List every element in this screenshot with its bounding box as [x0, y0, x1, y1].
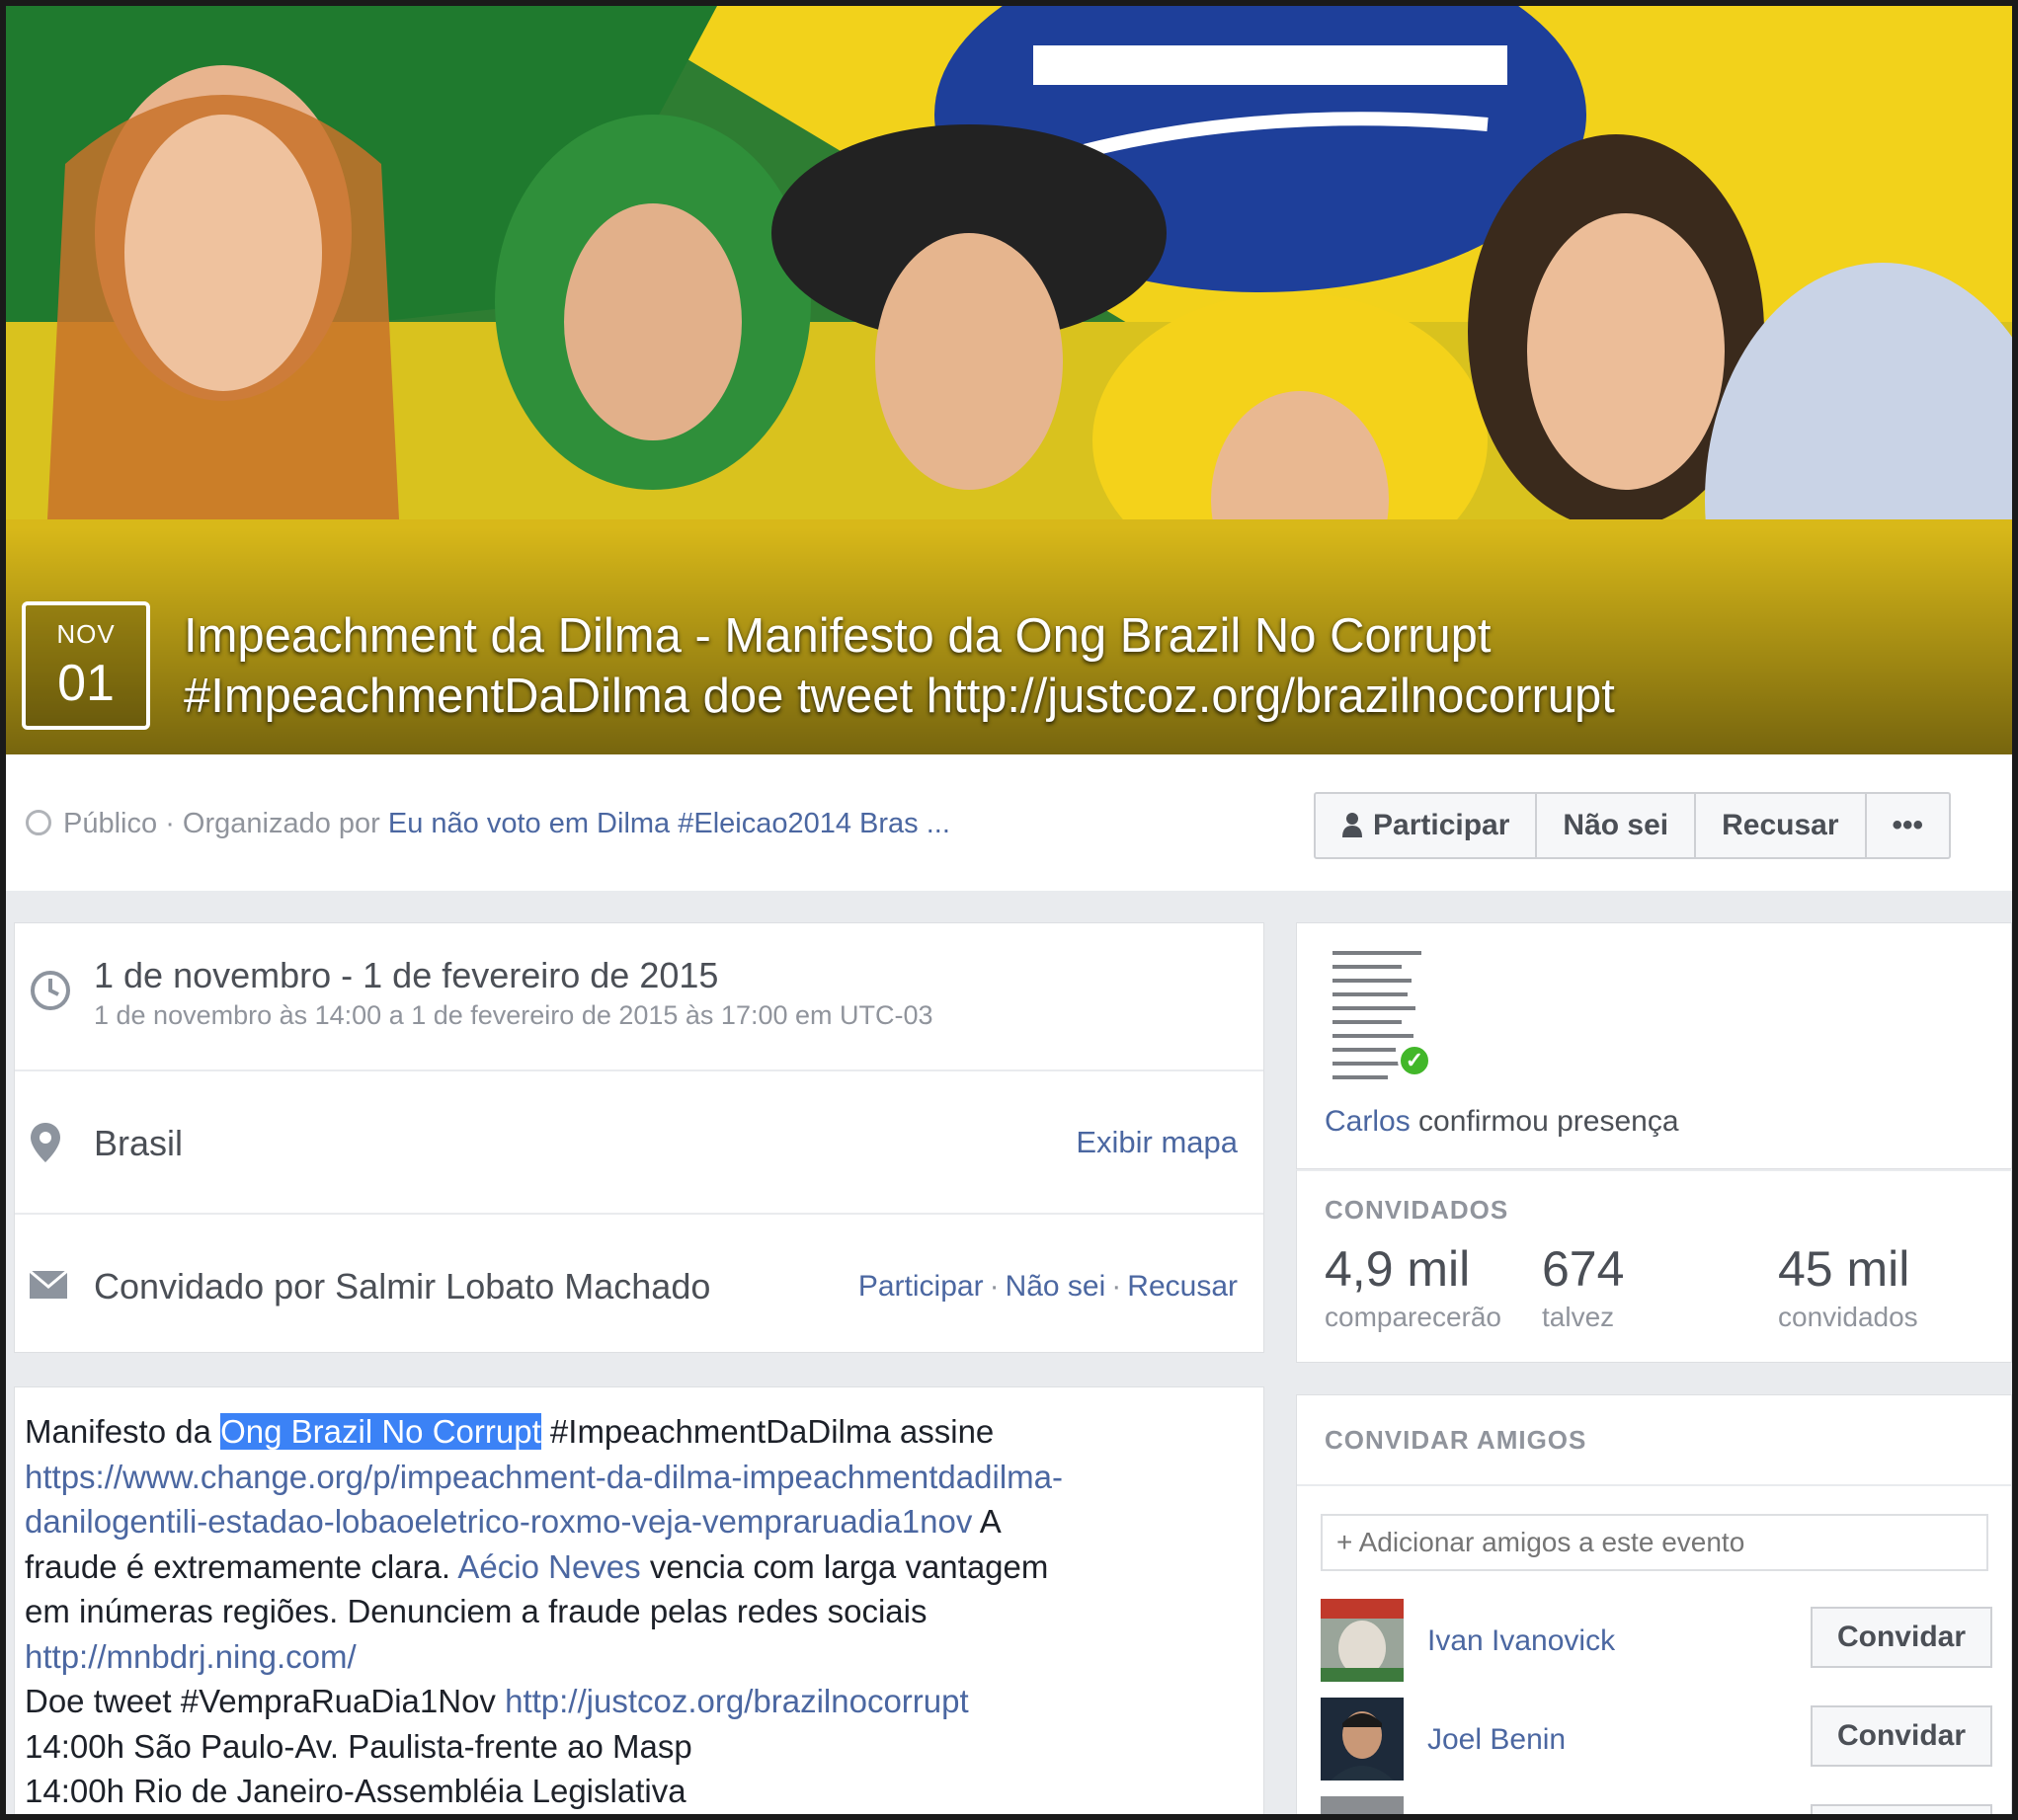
friend-confirmation-card: ✓ Carlos confirmou presença: [1296, 922, 2012, 1169]
event-description: Manifesto da Ong Brazil No Corrupt #Impe…: [14, 1386, 1264, 1814]
event-meta: Público · Organizado por Eu não voto em …: [26, 808, 950, 840]
invited-count: 45 mil: [1778, 1241, 1910, 1297]
going-count: 4,9 mil: [1325, 1241, 1471, 1297]
invite-decline-link[interactable]: Recusar: [1127, 1270, 1238, 1303]
globe-icon: [26, 810, 51, 835]
event-page: NOV 01 Impeachment da Dilma - Manifesto …: [0, 0, 2018, 1820]
date-month: NOV: [56, 619, 116, 649]
event-title-line-1: Impeachment da Dilma - Manifesto da Ong …: [184, 609, 1492, 663]
person-icon: [1342, 813, 1362, 837]
friend-row: Ivan Ivanovick Convidar: [1321, 1599, 1992, 1684]
invited-by-row: Convidado por Salmir Lobato Machado Part…: [15, 1215, 1263, 1354]
check-icon: ✓: [1398, 1044, 1431, 1077]
event-location: Brasil: [94, 1123, 184, 1163]
maybe-button[interactable]: Não sei: [1537, 794, 1697, 857]
description-line: Manifesto da Ong Brazil No Corrupt #Impe…: [25, 1409, 1253, 1455]
description-line: fraude é extremamente clara. Aécio Neves…: [25, 1544, 1253, 1590]
description-text: A: [972, 1503, 1002, 1540]
invite-maybe-link[interactable]: Não sei: [1006, 1270, 1106, 1303]
description-line: Doe tweet #VempraRuaDia1Nov http://justc…: [25, 1679, 1253, 1724]
friend-row: Joel Benin Convidar: [1321, 1698, 1992, 1782]
guests-heading: CONVIDADOS: [1325, 1195, 1509, 1225]
organizer-link[interactable]: Eu não voto em Dilma #Eleicao2014 Bras .…: [388, 808, 950, 839]
event-date-row: 1 de novembro - 1 de fevereiro de 2015 1…: [15, 923, 1263, 1071]
justcoz-link[interactable]: http://justcoz.org/brazilnocorrupt: [505, 1683, 969, 1719]
invite-participate-link[interactable]: Participar: [858, 1270, 984, 1303]
show-map-link[interactable]: Exibir mapa: [1076, 1125, 1238, 1160]
invited-by-text: Convidado por Salmir Lobato Machado: [94, 1266, 711, 1306]
description-line: https://www.change.org/p/impeachment-da-…: [25, 1455, 1253, 1500]
description-text: fraude é extremamente clara.: [25, 1547, 458, 1585]
description-line: danilogentili-estadao-lobaoeletrico-roxm…: [25, 1499, 1253, 1544]
invite-response-links: Participar · Não sei · Recusar: [858, 1270, 1238, 1304]
decline-button[interactable]: Recusar: [1696, 794, 1867, 857]
divider: [1297, 1484, 2011, 1486]
description-text: vencia com larga vantagem: [640, 1547, 1049, 1585]
event-title-line-2: #ImpeachmentDaDilma doe tweet http://jus…: [184, 670, 1615, 723]
guests-card: CONVIDADOS 4,9 mil comparecerão 674 talv…: [1296, 1169, 2012, 1363]
event-location-row: Brasil Exibir mapa: [15, 1071, 1263, 1215]
avatar[interactable]: [1321, 1698, 1404, 1780]
event-action-bar: Público · Organizado por Eu não voto em …: [6, 754, 2012, 891]
invite-button[interactable]: Convidar: [1811, 1607, 1992, 1668]
description-text: Manifesto da: [25, 1413, 221, 1450]
maybe-label: talvez: [1542, 1302, 1615, 1332]
event-title: Impeachment da Dilma - Manifesto da Ong …: [184, 606, 2001, 727]
clock-icon: [31, 971, 70, 1010]
description-line: 14:00h Rio de Janeiro-Assembléia Legisla…: [25, 1773, 686, 1809]
going-stat[interactable]: 4,9 mil comparecerão: [1325, 1240, 1501, 1333]
friend-name[interactable]: Ivan Ivanovick: [1427, 1624, 1615, 1658]
confirmation-text: Carlos confirmou presença: [1325, 1105, 1679, 1139]
invite-button[interactable]: Convidar: [1811, 1804, 1992, 1814]
event-date-range: 1 de novembro - 1 de fevereiro de 2015: [94, 955, 719, 995]
avatar[interactable]: [1321, 1796, 1404, 1820]
separator: ·: [1111, 1270, 1122, 1303]
envelope-icon: [29, 1270, 68, 1299]
description-text: Doe tweet #VempraRuaDia1Nov: [25, 1683, 506, 1719]
maybe-count: 674: [1542, 1241, 1625, 1297]
participate-button[interactable]: Participar: [1316, 794, 1538, 857]
organized-by-label: · Organizado por: [165, 808, 380, 839]
description-line: 14:00h São Paulo-Av. Paulista-frente ao …: [25, 1727, 692, 1765]
invite-button[interactable]: Convidar: [1811, 1705, 1992, 1767]
description-text: #ImpeachmentDaDilma assine: [540, 1413, 995, 1450]
date-day: 01: [57, 655, 115, 712]
add-friends-input[interactable]: [1321, 1514, 1988, 1571]
event-date-detail: 1 de novembro às 14:00 a 1 de fevereiro …: [94, 1000, 933, 1030]
date-badge: NOV 01: [22, 601, 150, 730]
friend-name[interactable]: Joel Benin: [1427, 1723, 1566, 1757]
invited-label: convidados: [1778, 1302, 1918, 1332]
petition-link-continued[interactable]: danilogentili-estadao-lobaoeletrico-roxm…: [25, 1503, 972, 1540]
confirmed-friend-link[interactable]: Carlos: [1325, 1105, 1411, 1138]
confirmation-label: confirmou presença: [1410, 1105, 1679, 1138]
going-label: comparecerão: [1325, 1302, 1501, 1332]
maybe-stat[interactable]: 674 talvez: [1542, 1240, 1624, 1333]
event-details-card: 1 de novembro - 1 de fevereiro de 2015 1…: [14, 922, 1264, 1353]
description-line: em inúmeras regiões. Denunciem a fraude …: [25, 1593, 928, 1629]
friend-row: Convidar: [1321, 1796, 1992, 1820]
description-line: http://mnbdrj.ning.com/: [25, 1634, 1253, 1680]
petition-link[interactable]: https://www.change.org/p/impeachment-da-…: [25, 1459, 1063, 1495]
more-options-button[interactable]: •••: [1867, 794, 1950, 857]
selected-text[interactable]: Ong Brazil No Corrupt: [220, 1413, 541, 1450]
cover-photo[interactable]: NOV 01 Impeachment da Dilma - Manifesto …: [6, 6, 2012, 754]
invite-friends-heading: CONVIDAR AMIGOS: [1325, 1425, 1587, 1455]
invite-friends-card: CONVIDAR AMIGOS Ivan Ivanovick Convidar …: [1296, 1394, 2012, 1820]
avatar[interactable]: [1321, 1599, 1404, 1682]
privacy-label: Público: [63, 808, 158, 839]
rsvp-button-group: Participar Não sei Recusar •••: [1314, 792, 1952, 859]
website-link[interactable]: http://mnbdrj.ning.com/: [25, 1638, 357, 1675]
invited-stat[interactable]: 45 mil convidados: [1778, 1240, 1918, 1333]
participate-label: Participar: [1373, 809, 1510, 841]
map-pin-icon: [31, 1123, 60, 1162]
profile-link[interactable]: Aécio Neves: [457, 1548, 640, 1585]
confirmation-thumbnail[interactable]: [1332, 945, 1461, 1083]
separator: ·: [989, 1270, 1000, 1303]
